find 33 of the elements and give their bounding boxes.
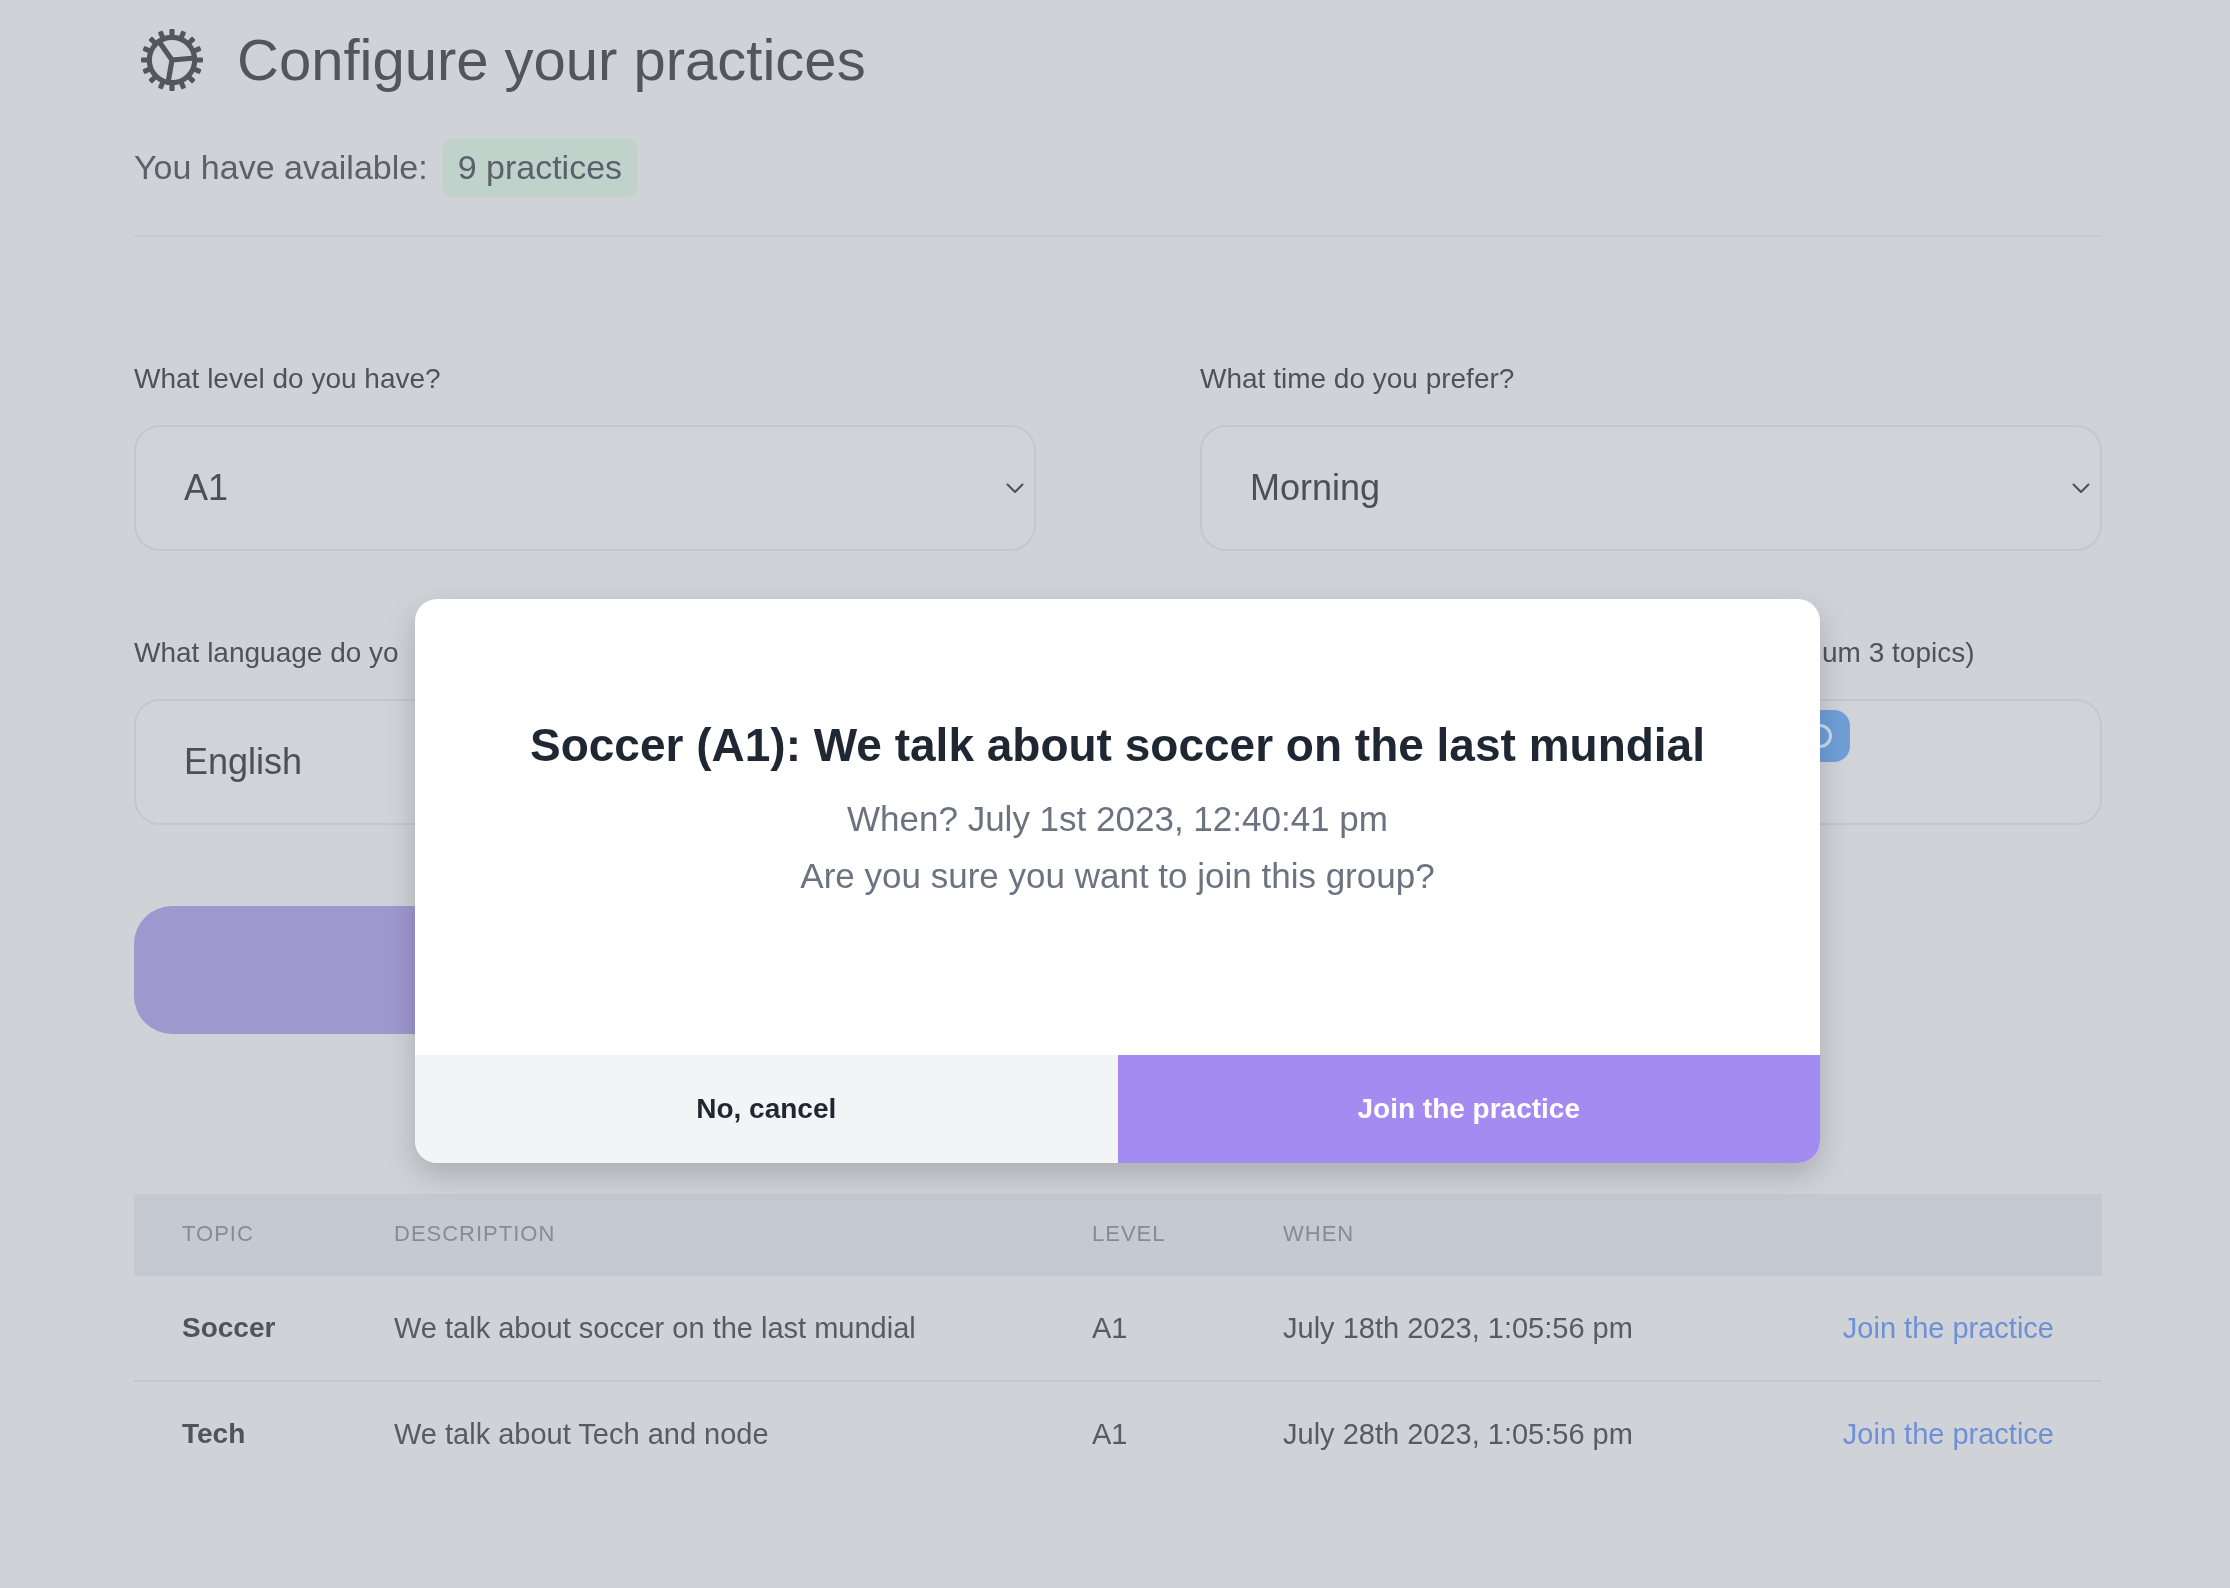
action-button[interactable] [134, 906, 415, 1034]
select-field[interactable]: A1 [134, 425, 1036, 551]
chevron-down-icon [2072, 482, 2090, 494]
dialog-text: Are you sure you want to join this group? [800, 855, 1435, 897]
field-label: What level do you have? [134, 362, 441, 396]
select-field[interactable]: Morning [1200, 425, 2102, 551]
table-cell: Tech [182, 1418, 246, 1450]
dialog-title: Soccer (A1): We talk about soccer on the last mundial [530, 718, 1705, 773]
table-cell: A1 [1092, 1311, 1128, 1345]
table-cell: July 18th 2023, 1:05:56 pm [1283, 1311, 1633, 1345]
cancel-button[interactable]: No, cancel [415, 1055, 1118, 1163]
ring-icon[interactable] [1820, 723, 1833, 749]
page-title: Configure your practices [237, 26, 866, 94]
column-header: DESCRIPTION [394, 1221, 556, 1247]
column-header: TOPIC [182, 1221, 254, 1247]
join-button[interactable]: Join the practice [1117, 1055, 1820, 1163]
table-cell: We talk about soccer on the last mundial [394, 1311, 916, 1345]
field-label: What language do yo [134, 636, 399, 670]
table-cell: We talk about Tech and node [394, 1417, 769, 1451]
field-label: What time do you prefer? [1200, 362, 1515, 396]
column-header: WHEN [1283, 1221, 1355, 1247]
field-label: um 3 topics) [1822, 636, 1975, 670]
tags-field[interactable] [1820, 699, 2102, 825]
settings-icon [139, 27, 205, 93]
select-field[interactable]: English [134, 699, 415, 825]
dialog-text: When? July 1st 2023, 12:40:41 pm [847, 798, 1388, 840]
table-cell: July 28th 2023, 1:05:56 pm [1283, 1417, 1633, 1451]
available-label: You have available: [134, 148, 428, 187]
table-cell: Soccer [182, 1312, 276, 1344]
column-header: LEVEL [1092, 1221, 1166, 1247]
practices-count-badge: 9 practices [441, 138, 639, 197]
table-cell: A1 [1092, 1417, 1128, 1451]
chevron-down-icon [1006, 482, 1024, 494]
